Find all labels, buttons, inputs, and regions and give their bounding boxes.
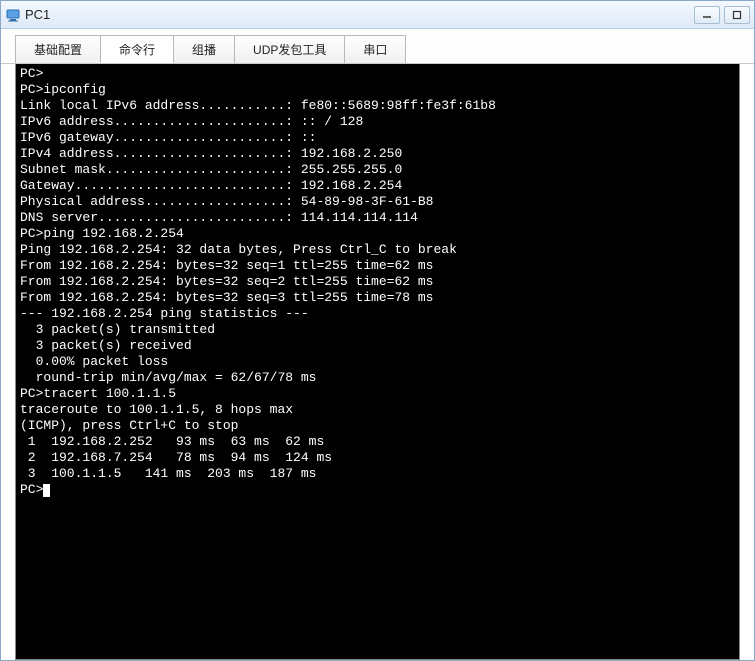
window-title: PC1	[25, 7, 694, 22]
terminal-line: From 192.168.2.254: bytes=32 seq=1 ttl=2…	[20, 258, 735, 274]
terminal-line: (ICMP), press Ctrl+C to stop	[20, 418, 735, 434]
terminal-line: PC>tracert 100.1.1.5	[20, 386, 735, 402]
terminal-line: --- 192.168.2.254 ping statistics ---	[20, 306, 735, 322]
titlebar[interactable]: PC1	[1, 1, 754, 29]
terminal-line: PC>	[20, 66, 735, 82]
terminal-line: Ping 192.168.2.254: 32 data bytes, Press…	[20, 242, 735, 258]
tab-3[interactable]: UDP发包工具	[234, 35, 345, 63]
terminal-line: PC>ipconfig	[20, 82, 735, 98]
tab-1[interactable]: 命令行	[100, 35, 174, 63]
terminal-line: IPv4 address......................: 192.…	[20, 146, 735, 162]
tab-4[interactable]: 串口	[344, 35, 406, 63]
tab-0[interactable]: 基础配置	[15, 35, 101, 63]
minimize-button[interactable]	[694, 6, 720, 24]
terminal-cursor	[43, 484, 50, 497]
terminal-line: DNS server........................: 114.…	[20, 210, 735, 226]
terminal-line: Physical address..................: 54-8…	[20, 194, 735, 210]
app-window: PC1 基础配置命令行组播UDP发包工具串口 PC>PC>ipconfigLin…	[0, 0, 755, 661]
terminal-line: Link local IPv6 address...........: fe80…	[20, 98, 735, 114]
terminal-line: 3 100.1.1.5 141 ms 203 ms 187 ms	[20, 466, 735, 482]
terminal-line: IPv6 address......................: :: /…	[20, 114, 735, 130]
tab-2[interactable]: 组播	[173, 35, 235, 63]
terminal-line: From 192.168.2.254: bytes=32 seq=3 ttl=2…	[20, 290, 735, 306]
terminal-line: traceroute to 100.1.1.5, 8 hops max	[20, 402, 735, 418]
terminal-line: 2 192.168.7.254 78 ms 94 ms 124 ms	[20, 450, 735, 466]
app-icon	[5, 7, 21, 23]
terminal-line: IPv6 gateway......................: ::	[20, 130, 735, 146]
terminal-line: 3 packet(s) transmitted	[20, 322, 735, 338]
terminal-output[interactable]: PC>PC>ipconfigLink local IPv6 address...…	[15, 64, 740, 660]
terminal-line: 1 192.168.2.252 93 ms 63 ms 62 ms	[20, 434, 735, 450]
tab-bar: 基础配置命令行组播UDP发包工具串口	[1, 29, 754, 64]
window-buttons	[694, 6, 750, 24]
terminal-line: PC>	[20, 482, 735, 498]
terminal-line: 0.00% packet loss	[20, 354, 735, 370]
terminal-line: 3 packet(s) received	[20, 338, 735, 354]
terminal-line: Subnet mask.......................: 255.…	[20, 162, 735, 178]
terminal-line: round-trip min/avg/max = 62/67/78 ms	[20, 370, 735, 386]
terminal-line: From 192.168.2.254: bytes=32 seq=2 ttl=2…	[20, 274, 735, 290]
maximize-button[interactable]	[724, 6, 750, 24]
terminal-line: Gateway...........................: 192.…	[20, 178, 735, 194]
terminal-line: PC>ping 192.168.2.254	[20, 226, 735, 242]
